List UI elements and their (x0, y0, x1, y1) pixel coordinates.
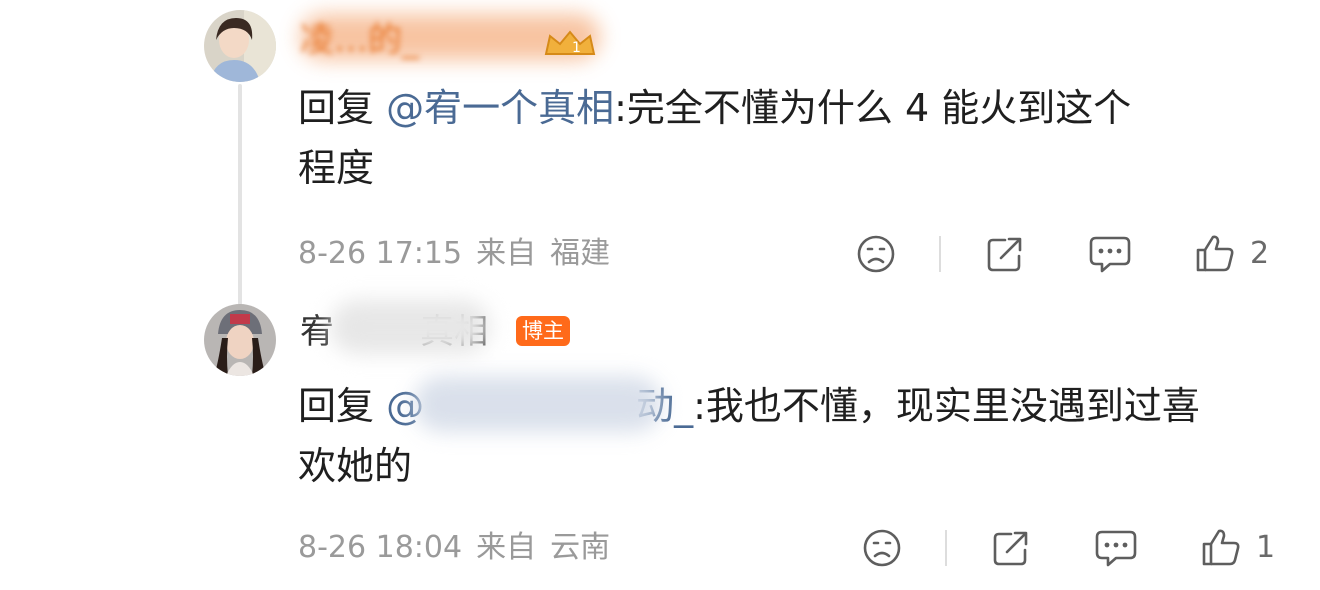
username-part: 宥 (300, 312, 334, 352)
share-icon[interactable] (985, 234, 1025, 274)
reply-prefix: 回复 (298, 86, 375, 130)
action-divider (939, 236, 941, 272)
username[interactable]: 凌…的_ (300, 18, 419, 62)
like-button[interactable]: 1 (1200, 526, 1275, 568)
avatar-image (204, 10, 276, 82)
thread-connector-line (238, 84, 242, 306)
location: 福建 (550, 236, 611, 271)
sad-face-icon[interactable] (862, 528, 902, 568)
comment-icon[interactable] (1094, 528, 1138, 568)
mention-redacted (414, 376, 662, 432)
timestamp: 8-26 18:04 (298, 530, 463, 565)
from-label: 来自 (476, 530, 537, 565)
reply-prefix: 回复 (298, 384, 375, 428)
comment-line-2: 程度 (298, 146, 375, 190)
like-button[interactable]: 2 (1194, 232, 1269, 274)
svg-text:1: 1 (572, 40, 581, 56)
comment-meta: 8-26 18:04 来自 云南 (298, 528, 624, 568)
comment-text-segment: :我也不懂，现实里没遇到过喜 (693, 384, 1200, 428)
share-icon[interactable] (991, 528, 1031, 568)
avatar[interactable] (204, 10, 276, 82)
thumbs-up-icon (1196, 235, 1234, 272)
comment-text-segment: :完全不懂为什么 4 能火到这个 (614, 86, 1132, 130)
fan-level-crown-icon: 1 (544, 30, 596, 56)
from-label: 来自 (476, 236, 537, 271)
username-redacted (330, 300, 490, 354)
like-count: 1 (1256, 529, 1276, 565)
thumbs-up-icon (1202, 529, 1240, 566)
host-badge: 博主 (516, 316, 570, 346)
avatar[interactable] (204, 304, 276, 376)
comment-body: 回复 @宥一个真相:完全不懂为什么 4 能火到这个 程度 (298, 78, 1288, 198)
action-divider (945, 530, 947, 566)
comment-thread: 凌…的_ 1 回复 @宥一个真相:完全不懂为什么 4 能火到这个 程度 8-26… (0, 0, 1320, 590)
comment-icon[interactable] (1088, 234, 1132, 274)
sad-face-icon[interactable] (856, 234, 896, 274)
comment-meta: 8-26 17:15 来自 福建 (298, 234, 624, 274)
timestamp: 8-26 17:15 (298, 236, 463, 271)
comment-line-2: 欢她的 (298, 444, 413, 488)
like-count: 2 (1250, 235, 1270, 271)
comment-line-1: 回复 @宥一个真相:完全不懂为什么 4 能火到这个 (298, 78, 1288, 138)
avatar-image (204, 304, 276, 376)
mention-link[interactable]: @宥一个真相 (386, 86, 614, 130)
location: 云南 (550, 530, 611, 565)
